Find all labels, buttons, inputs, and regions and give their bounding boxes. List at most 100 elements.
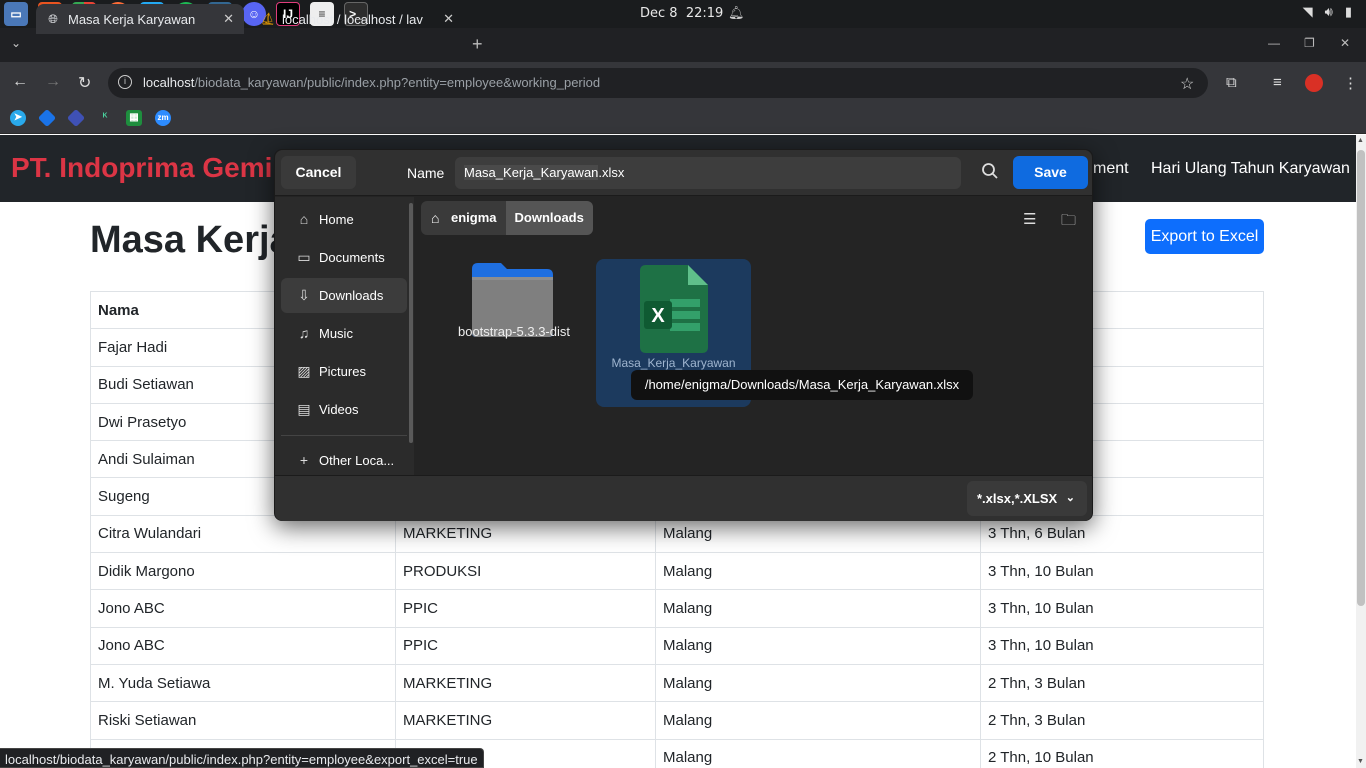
close-tab-icon[interactable]: ✕ xyxy=(223,11,234,27)
cell-masa: 2 Thn, 3 Bulan xyxy=(980,701,1264,740)
cell-nama: Jono ABC xyxy=(90,589,396,628)
place-label: Music xyxy=(319,326,353,341)
save-file-dialog: Cancel Name Masa_Kerja_Karyawan.xlsx Sav… xyxy=(274,149,1093,521)
battery-icon: ▮ xyxy=(1344,4,1352,19)
url-path: /biodata_karyawan/public/index.php?entit… xyxy=(194,75,601,90)
cell-nama: Didik Margono xyxy=(90,552,396,591)
filename-input[interactable]: Masa_Kerja_Karyawan.xlsx xyxy=(455,157,961,189)
export-excel-button[interactable]: Export to Excel xyxy=(1145,219,1264,254)
notification-bell-icon[interactable]: 🔔︎ xyxy=(728,5,745,21)
cell-lokasi: Malang xyxy=(655,701,981,740)
table-row: Jono ABC PPIC Malang 3 Thn, 10 Bulan xyxy=(90,626,1264,665)
system-tray[interactable]: ◥ 🔊︎ ▮ xyxy=(1303,4,1352,20)
tab-search-chevron-icon[interactable]: ⌄ xyxy=(11,36,21,50)
address-bar[interactable]: i localhost/biodata_karyawan/public/inde… xyxy=(108,68,1208,98)
phpmyadmin-icon: ⛵︎ xyxy=(260,12,276,26)
zoom-icon[interactable]: zm xyxy=(155,110,171,126)
place-label: Documents xyxy=(319,250,385,265)
file-type-filter[interactable]: *.xlsx,*.XLSX ⌄ xyxy=(967,481,1087,516)
filename-stem: Masa_Kerja_Karyawan xyxy=(464,165,599,180)
place-label: Downloads xyxy=(319,288,384,303)
bookmark-star-icon[interactable]: ☆ xyxy=(1180,74,1194,94)
vk-icon[interactable]: ᴷ xyxy=(97,110,113,126)
clock[interactable]: Dec 8 22:19 xyxy=(640,6,723,21)
places-sidebar: ⌂ Home ▭ Documents ⇩ Downloads ♫ Music ▨ Pict… xyxy=(275,197,414,475)
place-pictures[interactable]: ▨ Pictures xyxy=(281,354,407,389)
telegram-icon[interactable]: ➤ xyxy=(10,110,26,126)
new-folder-icon[interactable]: 🗀︎ xyxy=(1061,210,1076,235)
clock-time: 22:19 xyxy=(685,6,724,21)
path-breadcrumb: ⌂ enigma Downloads xyxy=(421,201,593,235)
profile-avatar[interactable] xyxy=(1305,74,1323,92)
page-scroll-thumb[interactable] xyxy=(1357,150,1365,606)
scroll-up-icon[interactable]: ▲ xyxy=(1357,137,1364,144)
url-host: localhost xyxy=(143,75,195,90)
tab-masa-kerja[interactable]: 🌐︎ Masa Kerja Karyawan ✕ xyxy=(36,4,244,34)
cell-dept: PRODUKSI xyxy=(395,552,656,591)
document-icon: ▭ xyxy=(297,249,311,265)
search-icon[interactable] xyxy=(981,162,999,180)
reload-icon[interactable]: ↻ xyxy=(78,73,91,93)
filter-label: *.xlsx,*.XLSX xyxy=(977,491,1058,506)
cell-lokasi: Malang xyxy=(655,552,981,591)
bookmarks-bar: ➤ ᴷ ▦ zm xyxy=(0,104,1366,134)
crumb-downloads[interactable]: Downloads xyxy=(505,201,593,235)
close-window-icon[interactable]: ✕ xyxy=(1340,36,1350,50)
list-view-icon[interactable]: ☰ xyxy=(1023,210,1036,228)
cell-dept: PPIC xyxy=(395,589,656,628)
sidebar-divider xyxy=(281,435,407,436)
place-other-locations[interactable]: + Other Loca... xyxy=(281,443,407,478)
cell-masa: 2 Thn, 3 Bulan xyxy=(980,663,1264,703)
place-downloads[interactable]: ⇩ Downloads xyxy=(281,278,407,313)
place-music[interactable]: ♫ Music xyxy=(281,316,407,351)
tab-phpmyadmin[interactable]: ⛵︎ localhost / localhost / lav ✕ xyxy=(250,4,464,34)
sidebar-scrollbar[interactable] xyxy=(409,203,413,443)
browser-toolbar: ← → ↻ i localhost/biodata_karyawan/publi… xyxy=(0,62,1366,104)
nav-link-birthday[interactable]: Hari Ulang Tahun Karyawan xyxy=(1151,160,1350,178)
dialog-header: Cancel Name Masa_Kerja_Karyawan.xlsx Sav… xyxy=(275,150,1092,196)
menu-kebab-icon[interactable]: ⋮ xyxy=(1343,74,1358,92)
file-label-folder[interactable]: bootstrap-5.3.3-dist xyxy=(454,324,574,339)
cancel-button[interactable]: Cancel xyxy=(281,156,356,189)
file-grid: bootstrap-5.3.3-dist X Masa_Kerja_Karyaw… xyxy=(414,245,1092,475)
forward-icon[interactable]: → xyxy=(45,73,61,91)
place-label: Videos xyxy=(319,402,359,417)
place-label: Other Loca... xyxy=(319,453,395,468)
place-videos[interactable]: ▤ Videos xyxy=(281,392,407,427)
bookmark-blue2-icon[interactable] xyxy=(66,108,86,128)
scroll-down-icon[interactable]: ▼ xyxy=(1357,758,1364,765)
globe-icon: 🌐︎ xyxy=(48,12,58,26)
cell-dept: MARKETING xyxy=(395,701,656,740)
url-text[interactable]: localhost/biodata_karyawan/public/index.… xyxy=(143,75,600,90)
minimize-icon[interactable]: — xyxy=(1268,36,1280,50)
place-documents[interactable]: ▭ Documents xyxy=(281,240,407,275)
picture-icon: ▨ xyxy=(297,363,311,379)
close-tab-icon[interactable]: ✕ xyxy=(443,11,454,27)
new-tab-icon[interactable]: + xyxy=(472,34,483,55)
table-row: Riski Setiawan MARKETING Malang 2 Thn, 3 Bu… xyxy=(90,701,1264,740)
filename-ext: .xlsx xyxy=(598,165,625,180)
restore-icon[interactable]: ❐ xyxy=(1304,36,1315,50)
crumb-enigma[interactable]: ⌂ enigma xyxy=(421,201,506,235)
place-home[interactable]: ⌂ Home xyxy=(281,202,407,237)
dialog-footer: *.xlsx,*.XLSX ⌄ xyxy=(275,475,1092,521)
media-control-icon[interactable]: ≡ xyxy=(1273,74,1282,91)
site-brand[interactable]: PT. Indoprima Gemil xyxy=(11,152,280,184)
save-button[interactable]: Save xyxy=(1013,156,1088,189)
files-icon[interactable]: ▭ xyxy=(4,2,28,26)
cell-lokasi: Malang xyxy=(655,738,981,768)
back-icon[interactable]: ← xyxy=(12,73,28,91)
bookmark-blue-icon[interactable] xyxy=(37,108,57,128)
home-icon: ⌂ xyxy=(431,210,440,226)
cell-lokasi: Malang xyxy=(655,663,981,703)
nav-link-management[interactable]: ment xyxy=(1093,160,1129,178)
excel-file-icon[interactable]: X xyxy=(640,265,708,353)
extensions-icon[interactable]: ⧉ xyxy=(1226,74,1237,91)
svg-text:X: X xyxy=(651,305,665,327)
music-icon: ♫ xyxy=(298,325,310,341)
clock-date: Dec 8 xyxy=(640,6,678,21)
site-info-icon[interactable]: i xyxy=(118,75,132,89)
link-status-bar: localhost/biodata_karyawan/public/index.… xyxy=(0,748,484,768)
sheets-icon[interactable]: ▦ xyxy=(126,110,142,126)
crumb-label: enigma xyxy=(451,210,497,225)
